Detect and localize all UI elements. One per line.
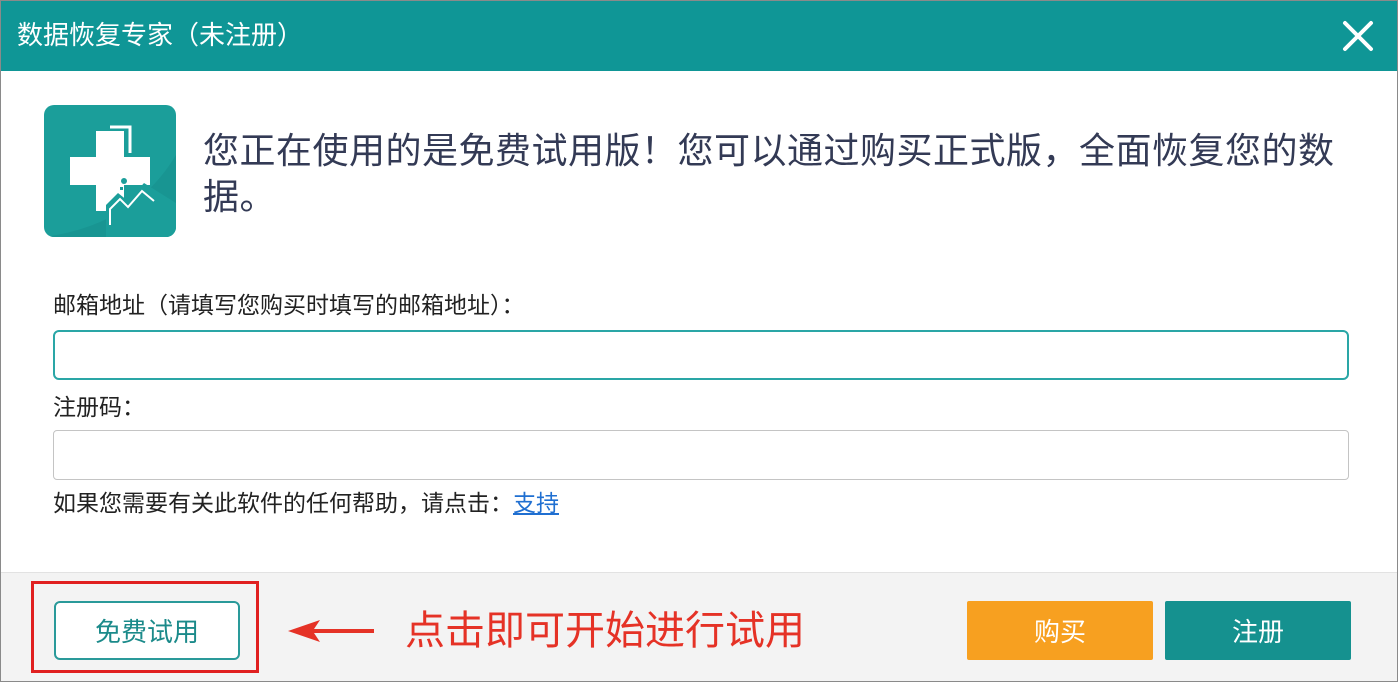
title-bar: 数据恢复专家（未注册） (1, 1, 1397, 71)
support-link[interactable]: 支持 (513, 491, 559, 517)
registration-dialog: 数据恢复专家（未注册） 您正在使用的是免费试用版！您可以通过购买正式版，全面恢复… (0, 0, 1398, 682)
registration-code-label: 注册码： (53, 395, 145, 421)
close-button[interactable] (1336, 14, 1380, 58)
registration-code-input[interactable] (53, 430, 1349, 480)
help-line: 如果您需要有关此软件的任何帮助，请点击：支持 (53, 489, 559, 519)
window-title: 数据恢复专家（未注册） (17, 21, 304, 51)
arrow-left-icon (288, 620, 374, 642)
email-input[interactable] (53, 330, 1349, 380)
help-text: 如果您需要有关此软件的任何帮助，请点击： (53, 491, 513, 517)
trial-message: 您正在使用的是免费试用版！您可以通过购买正式版，全面恢复您的数据。 (203, 131, 1335, 218)
buy-button[interactable]: 购买 (967, 601, 1153, 660)
annotation-text: 点击即可开始进行试用 (405, 608, 805, 654)
email-label: 邮箱地址（请填写您购买时填写的邮箱地址）： (53, 293, 525, 319)
app-logo-icon (44, 105, 176, 237)
highlight-frame (31, 581, 259, 673)
register-button[interactable]: 注册 (1165, 601, 1351, 660)
close-icon (1343, 21, 1373, 51)
